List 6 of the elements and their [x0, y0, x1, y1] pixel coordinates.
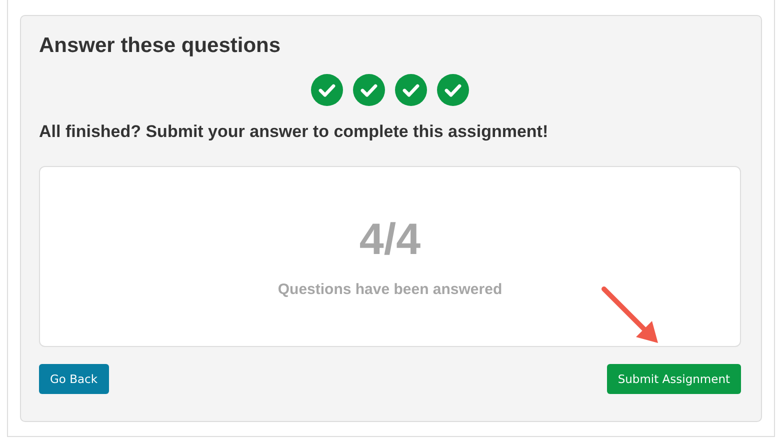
back-button[interactable]: Go Back	[39, 364, 109, 394]
panel-title: Answer these questions	[39, 34, 281, 58]
submit-button[interactable]: Submit Assignment	[606, 364, 741, 394]
instruction-text: All finished? Submit your answer to complete this assignment!	[39, 122, 548, 142]
answered-caption: Questions have been answered	[278, 281, 502, 298]
answered-count: 4/4	[359, 215, 421, 265]
